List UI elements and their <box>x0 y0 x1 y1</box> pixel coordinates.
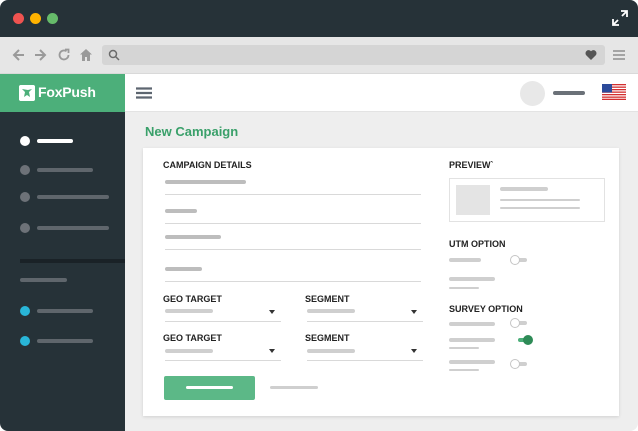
maximize-window-button[interactable] <box>47 13 58 24</box>
sidebar-item-accent[interactable] <box>20 305 120 317</box>
sidebar-item[interactable] <box>20 191 120 203</box>
field-placeholder <box>165 235 221 239</box>
nav-dot-icon <box>20 165 30 175</box>
nav-dot-icon <box>20 223 30 233</box>
foxpush-logo-icon <box>19 85 35 101</box>
sidebar-divider <box>20 259 125 263</box>
field-underline <box>165 249 421 250</box>
sidebar-section-label <box>20 278 67 282</box>
sidebar-item-label <box>37 309 93 313</box>
survey-option-title: SURVEY OPTION <box>449 304 523 314</box>
preview-title-placeholder <box>500 187 548 191</box>
nav-dot-icon <box>20 336 30 346</box>
close-window-button[interactable] <box>13 13 24 24</box>
survey-option-label <box>449 322 495 326</box>
browser-menu-icon[interactable] <box>612 48 626 62</box>
segment-label: SEGMENT <box>305 294 350 304</box>
survey-toggle-1[interactable] <box>510 318 527 328</box>
search-icon <box>108 49 120 61</box>
sidebar-item[interactable] <box>20 222 120 234</box>
field-underline <box>165 194 421 195</box>
campaign-details-title: CAMPAIGN DETAILS <box>163 160 252 170</box>
field-placeholder <box>165 267 202 271</box>
campaign-form-card: CAMPAIGN DETAILS GEO TARGET SEGMENT GEO … <box>143 148 619 416</box>
survey-option-sublabel <box>449 369 479 371</box>
nav-dot-icon <box>20 136 30 146</box>
survey-toggle-3[interactable] <box>510 359 527 369</box>
browser-window: FoxPush New Campaign CAMPAIGN DETAILS GE… <box>0 0 638 431</box>
select-value-placeholder <box>307 349 355 353</box>
nav-dot-icon <box>20 306 30 316</box>
chevron-down-icon <box>411 310 417 314</box>
submit-campaign-button[interactable] <box>164 376 255 400</box>
sidebar-item-label <box>37 195 109 199</box>
preview-line-placeholder <box>500 199 580 201</box>
utm-option-label <box>449 258 481 262</box>
nav-dot-icon <box>20 192 30 202</box>
field-underline <box>165 281 421 282</box>
utm-option-label <box>449 277 495 281</box>
user-name-placeholder[interactable] <box>553 91 585 95</box>
refresh-icon[interactable] <box>57 48 71 62</box>
forward-arrow-icon[interactable] <box>34 48 48 62</box>
app-header <box>125 74 638 112</box>
select-underline <box>307 360 423 361</box>
select-underline <box>165 360 281 361</box>
select-underline <box>165 321 281 322</box>
hamburger-menu-icon[interactable] <box>136 87 152 99</box>
brand-name: FoxPush <box>38 84 96 100</box>
cancel-link[interactable] <box>270 386 318 389</box>
page-title: New Campaign <box>145 124 239 139</box>
toggle-knob <box>510 359 520 369</box>
toggle-knob <box>523 335 533 345</box>
home-icon[interactable] <box>79 48 93 62</box>
address-bar[interactable] <box>102 45 605 65</box>
sidebar: FoxPush <box>0 74 125 431</box>
sidebar-item-label <box>37 168 93 172</box>
sidebar-item-accent[interactable] <box>20 335 120 347</box>
survey-option-sublabel <box>449 347 479 349</box>
preview-line-placeholder <box>500 207 580 209</box>
preview-title: PREVIEW` <box>449 160 494 170</box>
sidebar-item-label <box>37 139 73 143</box>
sidebar-item[interactable] <box>20 164 120 176</box>
survey-toggle-2[interactable] <box>515 335 533 345</box>
geo-target-label: GEO TARGET <box>163 294 222 304</box>
minimize-window-button[interactable] <box>30 13 41 24</box>
chevron-down-icon <box>269 349 275 353</box>
toggle-knob <box>510 318 520 328</box>
chevron-down-icon <box>411 349 417 353</box>
select-value-placeholder <box>165 349 213 353</box>
heart-icon[interactable] <box>585 49 597 61</box>
chevron-down-icon <box>269 310 275 314</box>
sidebar-item-active[interactable] <box>20 135 120 147</box>
expand-icon[interactable] <box>612 10 628 26</box>
field-placeholder <box>165 209 197 213</box>
field-placeholder <box>165 180 246 184</box>
segment-label: SEGMENT <box>305 333 350 343</box>
field-underline <box>165 223 421 224</box>
toggle-knob <box>510 255 520 265</box>
back-arrow-icon[interactable] <box>11 48 25 62</box>
select-value-placeholder <box>165 309 213 313</box>
select-value-placeholder <box>307 309 355 313</box>
sidebar-item-label <box>37 339 93 343</box>
notification-preview <box>449 178 605 222</box>
brand-header[interactable]: FoxPush <box>0 74 125 112</box>
user-avatar[interactable] <box>520 81 545 106</box>
utm-option-title: UTM OPTION <box>449 239 506 249</box>
survey-option-label <box>449 360 495 364</box>
utm-toggle[interactable] <box>510 255 527 265</box>
utm-option-sublabel <box>449 287 479 289</box>
survey-option-label <box>449 338 495 342</box>
us-flag-icon[interactable] <box>602 84 626 100</box>
sidebar-item-label <box>37 226 109 230</box>
select-underline <box>307 321 423 322</box>
geo-target-label: GEO TARGET <box>163 333 222 343</box>
window-titlebar <box>0 0 638 37</box>
preview-image-icon <box>456 185 490 215</box>
button-label-placeholder <box>186 386 233 389</box>
